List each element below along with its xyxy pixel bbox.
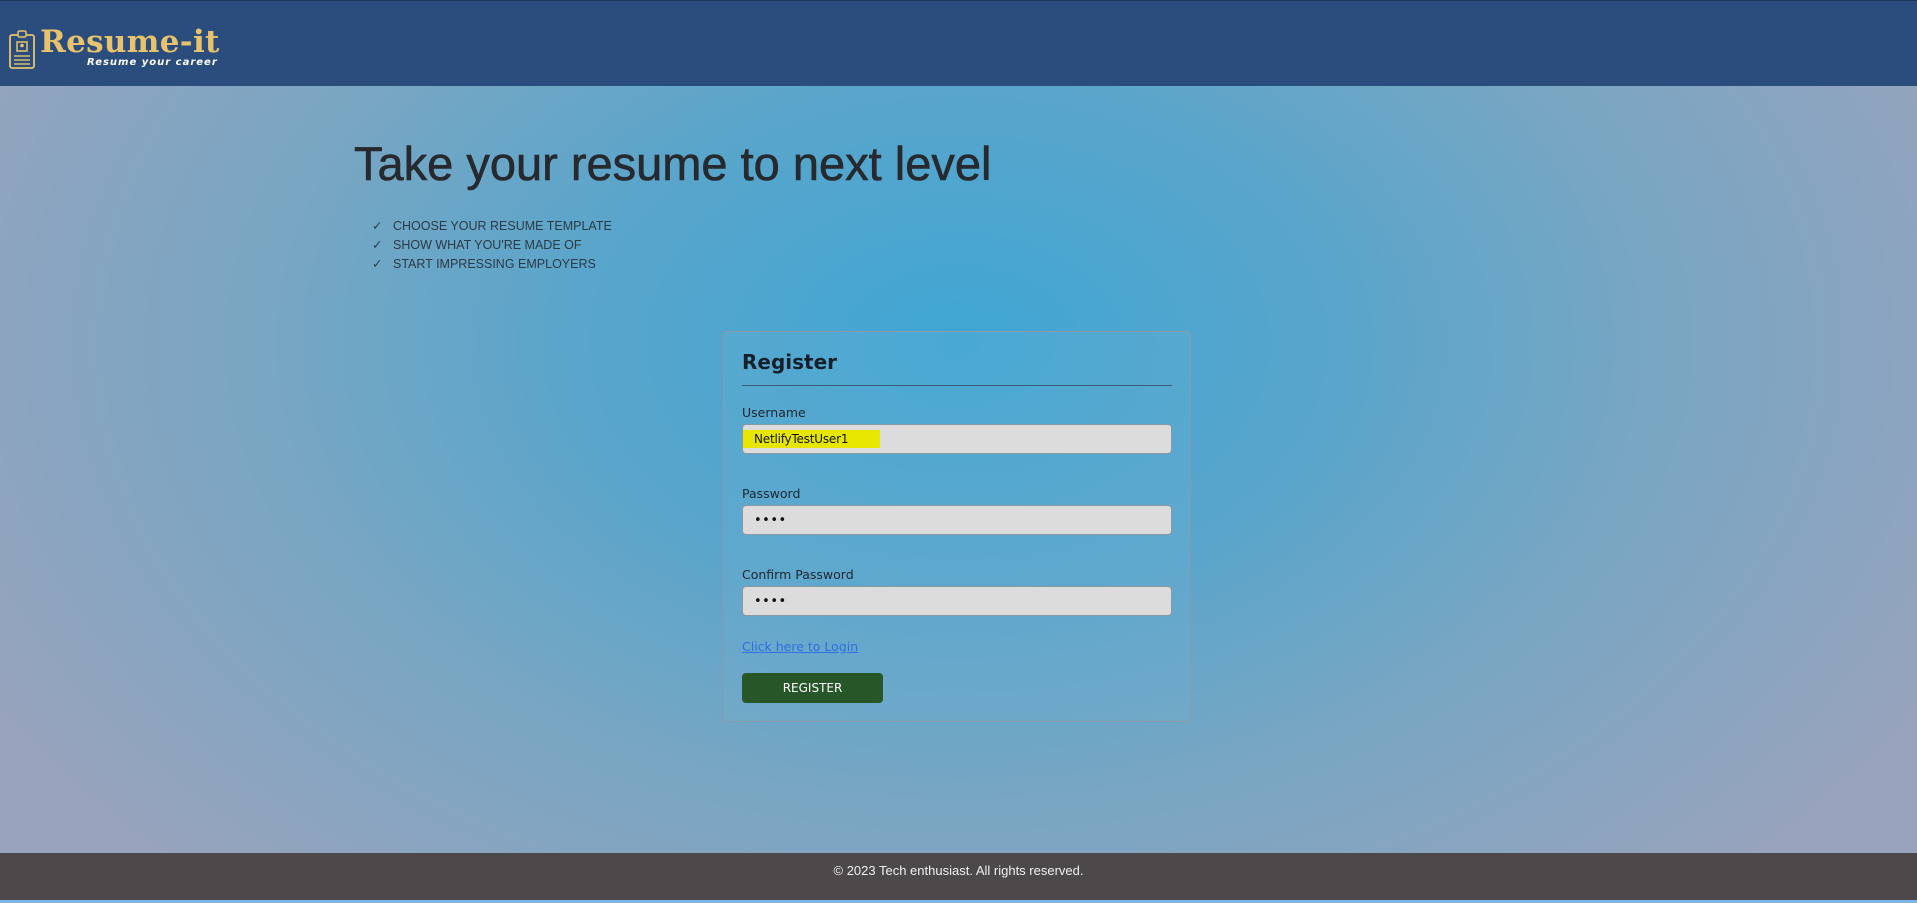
username-label: Username <box>742 405 806 420</box>
copyright-text: © 2023 Tech enthusiast. All rights reser… <box>833 863 1084 878</box>
password-label: Password <box>742 486 801 501</box>
feature-item: ✓ CHOOSE YOUR RESUME TEMPLATE <box>372 217 612 236</box>
feature-label: SHOW WHAT YOU'RE MADE OF <box>393 238 582 252</box>
password-input[interactable]: •••• <box>742 505 1172 535</box>
feature-item: ✓ START IMPRESSING EMPLOYERS <box>372 255 612 274</box>
checkmark-icon: ✓ <box>372 238 383 252</box>
register-title: Register <box>742 350 838 374</box>
feature-list: ✓ CHOOSE YOUR RESUME TEMPLATE ✓ SHOW WHAT … <box>372 217 612 274</box>
logo-title: Resume-it <box>40 24 220 60</box>
login-link[interactable]: Click here to Login <box>742 639 858 654</box>
feature-label: START IMPRESSING EMPLOYERS <box>393 257 596 271</box>
title-divider <box>742 385 1172 386</box>
username-input[interactable]: NetlifyTestUser1 <box>742 424 1172 454</box>
top-navbar: Resume-it Resume your career <box>0 0 1917 86</box>
feature-label: CHOOSE YOUR RESUME TEMPLATE <box>393 219 612 233</box>
brand-logo[interactable]: Resume-it Resume your career <box>8 25 219 71</box>
confirm-password-label: Confirm Password <box>742 567 854 582</box>
confirm-password-input[interactable]: •••• <box>742 586 1172 616</box>
footer: © 2023 Tech enthusiast. All rights reser… <box>0 853 1917 900</box>
hero-title: Take your resume to next level <box>354 137 992 191</box>
username-value: NetlifyTestUser1 <box>754 432 849 446</box>
logo-tagline: Resume your career <box>87 57 218 68</box>
register-card: Register Username NetlifyTestUser1 Passw… <box>723 331 1191 722</box>
checkmark-icon: ✓ <box>372 257 383 271</box>
register-button[interactable]: REGISTER <box>742 673 883 703</box>
confirm-password-value: •••• <box>754 594 787 609</box>
feature-item: ✓ SHOW WHAT YOU'RE MADE OF <box>372 236 612 255</box>
resume-clipboard-icon <box>9 30 35 69</box>
password-value: •••• <box>754 513 787 528</box>
checkmark-icon: ✓ <box>372 219 383 233</box>
